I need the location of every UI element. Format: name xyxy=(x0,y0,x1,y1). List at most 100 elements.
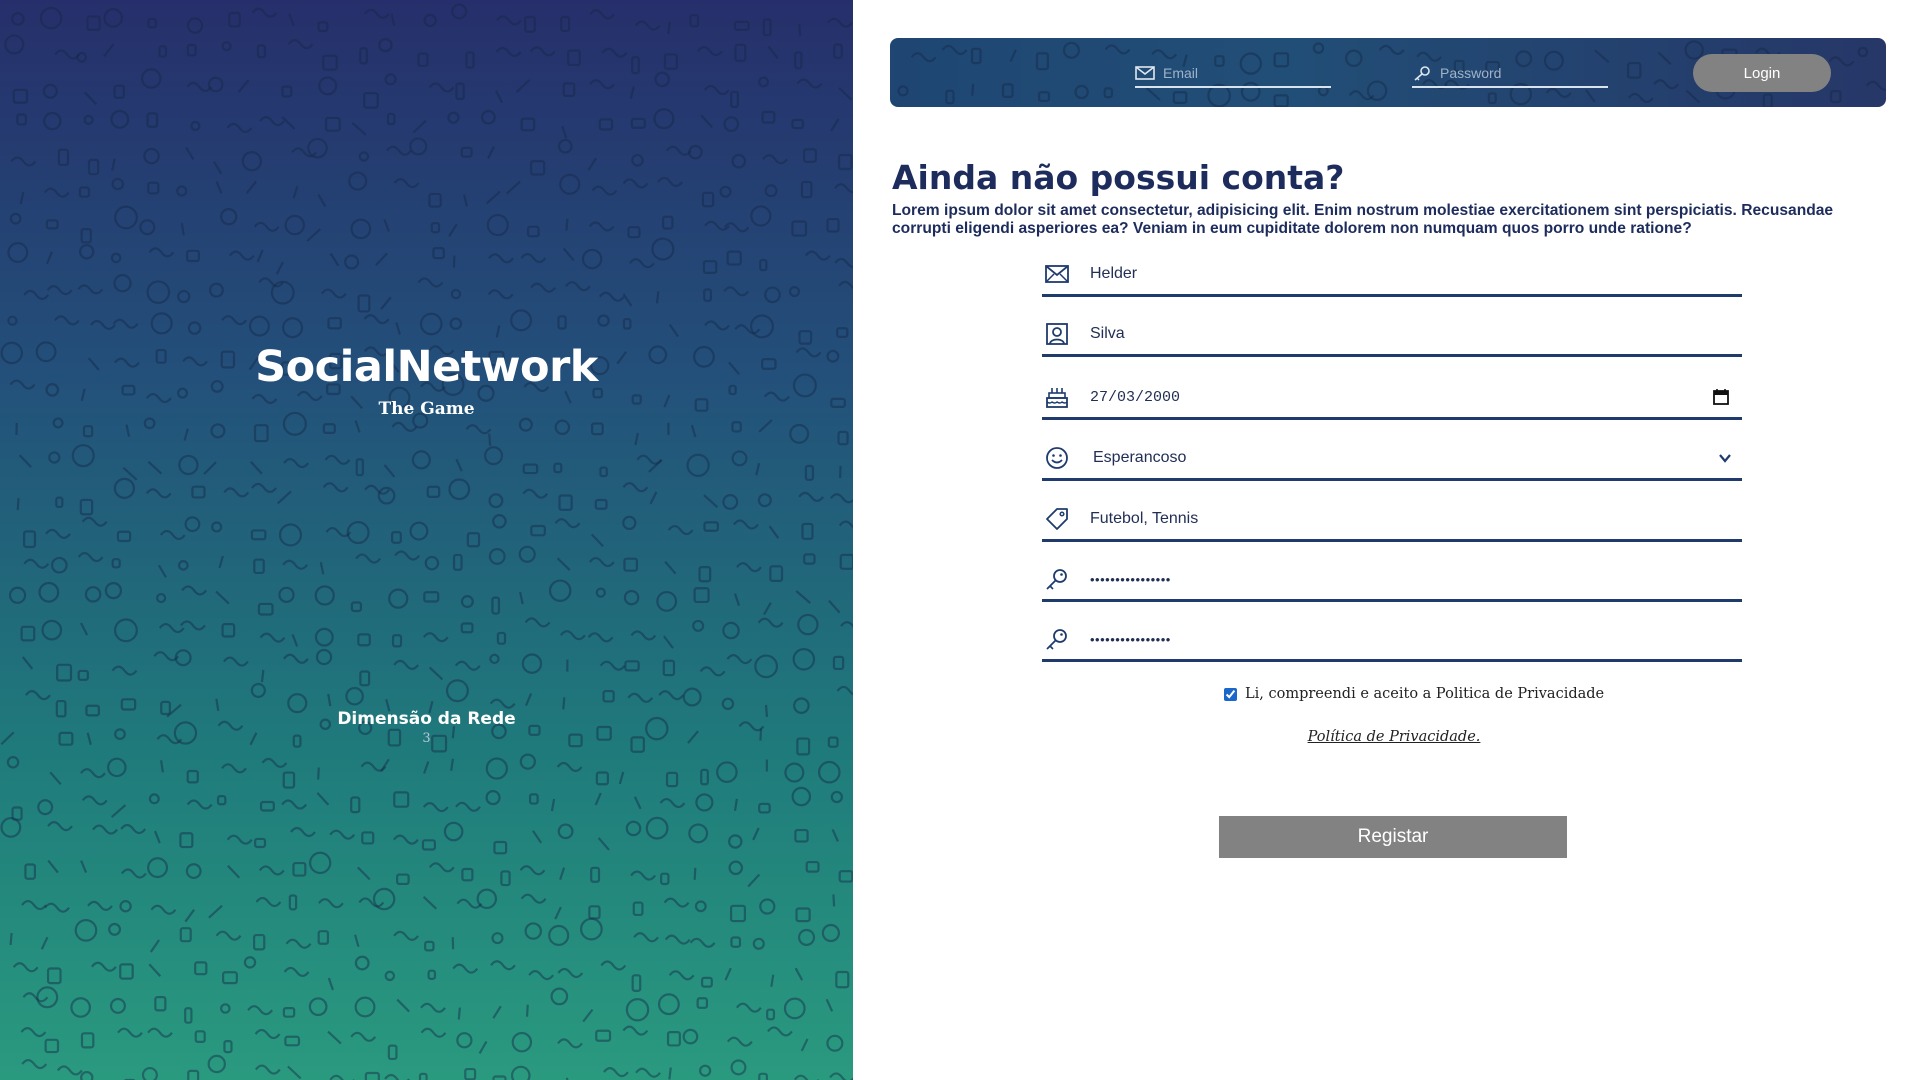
doodle-shape xyxy=(55,496,64,509)
doodle-shape xyxy=(793,1074,820,1080)
doodle-shape xyxy=(553,462,563,474)
doodle-shape xyxy=(762,154,788,165)
birth-date-input[interactable]: 27/03/2000 xyxy=(1090,389,1712,406)
doodle-shape xyxy=(485,190,501,205)
register-title: Ainda não possui conta? xyxy=(892,158,1345,197)
password-input[interactable]: •••••••••••••••• xyxy=(1090,572,1742,587)
doodle-shape xyxy=(120,868,147,879)
privacy-policy-link[interactable]: Política de Privacidade. xyxy=(1308,729,1481,745)
doodle-shape xyxy=(1366,80,1388,101)
doodle-shape xyxy=(46,285,73,296)
doodle-shape xyxy=(259,800,275,812)
doodle-shape xyxy=(588,221,615,232)
doodle-shape xyxy=(117,1027,143,1038)
last-name-input[interactable] xyxy=(1090,319,1742,349)
doodle-shape xyxy=(528,970,555,981)
doodle-shape xyxy=(1828,56,1855,67)
doodle-shape xyxy=(37,799,54,816)
doodle-shape xyxy=(455,82,465,101)
register-button[interactable]: Registar xyxy=(1219,816,1567,858)
doodle-shape xyxy=(754,654,779,679)
tag-icon xyxy=(1046,508,1068,530)
doodle-shape xyxy=(120,823,147,835)
doodle-shape xyxy=(81,516,108,527)
doodle-shape xyxy=(358,897,385,908)
doodle-shape xyxy=(804,464,814,481)
doodle-shape xyxy=(557,823,574,840)
doodle-shape xyxy=(767,1026,793,1037)
doodle-shape xyxy=(825,998,834,1012)
doodle-shape xyxy=(1684,40,1704,60)
doodle-shape xyxy=(396,998,410,1013)
doodle-shape xyxy=(7,242,29,263)
app-subtitle: The Game xyxy=(378,399,475,419)
calendar-icon[interactable] xyxy=(1712,388,1730,406)
doodle-shape xyxy=(113,84,125,99)
doodle-shape xyxy=(177,560,189,571)
privacy-consent-label: Li, compreendi e aceito a Politica de Pr… xyxy=(1245,686,1605,702)
doodle-shape xyxy=(633,932,659,943)
doodle-shape xyxy=(113,618,138,643)
doodle-shape xyxy=(80,860,88,873)
doodle-shape xyxy=(4,34,25,55)
doodle-shape xyxy=(24,863,36,880)
doodle-shape xyxy=(119,963,134,980)
doodle-shape xyxy=(658,690,685,701)
doodle-shape xyxy=(12,88,29,104)
doodle-shape xyxy=(664,934,691,945)
doodle-shape xyxy=(794,51,803,70)
doodle-shape xyxy=(561,125,568,139)
login-email-input[interactable] xyxy=(1163,65,1323,81)
doodle-shape xyxy=(1273,94,1289,107)
doodle-shape xyxy=(253,933,266,951)
mood-field: Esperancoso xyxy=(1042,438,1742,481)
doodle-shape xyxy=(1103,87,1113,99)
doodle-shape xyxy=(308,997,328,1017)
interests-input[interactable] xyxy=(1090,504,1742,534)
doodle-shape xyxy=(759,898,776,915)
doodle-shape xyxy=(554,906,562,920)
login-button[interactable]: Login xyxy=(1693,54,1831,92)
doodle-shape xyxy=(42,83,58,99)
doodle-shape xyxy=(663,53,678,70)
doodle-shape xyxy=(755,462,761,476)
doodle-shape xyxy=(492,1005,502,1019)
doodle-shape xyxy=(380,296,392,310)
first-name-input[interactable] xyxy=(1090,259,1742,289)
mood-select[interactable]: Esperancoso xyxy=(1090,449,1718,467)
confirm-password-input[interactable]: •••••••••••••••• xyxy=(1090,632,1742,647)
doodle-shape xyxy=(838,520,853,529)
doodle-shape xyxy=(829,493,853,504)
privacy-consent-checkbox[interactable] xyxy=(1224,687,1237,701)
doodle-shape xyxy=(159,529,186,541)
doodle-shape xyxy=(143,417,156,430)
doodle-shape xyxy=(44,1038,60,1054)
doodle-shape xyxy=(627,226,641,239)
cake-icon xyxy=(1046,388,1068,408)
doodle-shape xyxy=(70,997,91,1018)
doodle-shape xyxy=(548,924,570,947)
doodle-shape xyxy=(237,79,250,93)
doodle-shape xyxy=(427,969,437,980)
doodle-shape xyxy=(283,966,310,978)
doodle-shape xyxy=(599,660,626,671)
doodle-shape xyxy=(255,896,282,908)
doodle-shape xyxy=(1074,84,1089,100)
doodle-shape xyxy=(139,219,156,236)
doodle-shape xyxy=(428,666,444,681)
doodle-shape xyxy=(723,116,740,132)
doodle-shape xyxy=(393,834,419,845)
doodle-shape xyxy=(827,17,853,28)
doodle-shape xyxy=(595,771,609,786)
doodle-shape xyxy=(668,1067,672,1080)
chevron-down-icon[interactable] xyxy=(1718,451,1732,465)
doodle-shape xyxy=(146,112,159,128)
doodle-shape xyxy=(318,76,338,96)
doodle-shape xyxy=(316,792,330,806)
doodle-shape xyxy=(12,962,39,973)
doodle-shape xyxy=(383,464,396,478)
doodle-shape xyxy=(78,244,95,260)
login-password-input[interactable] xyxy=(1440,65,1600,81)
doodle-shape xyxy=(186,81,213,92)
birth-date-field: 27/03/2000 xyxy=(1042,377,1742,420)
